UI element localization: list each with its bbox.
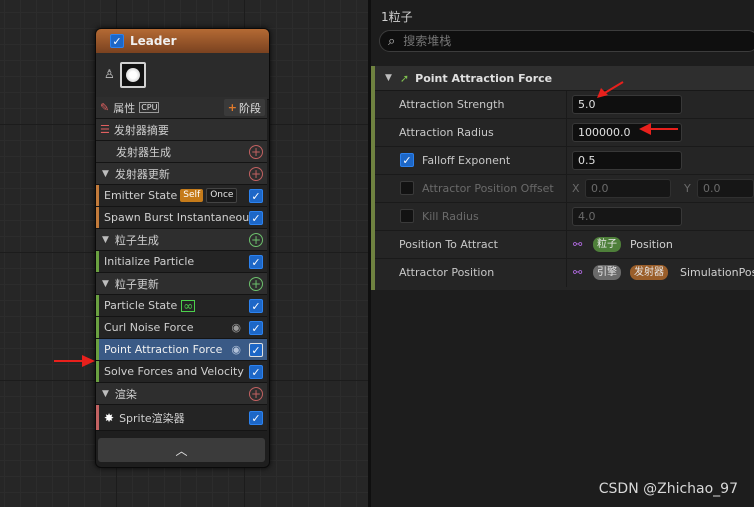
prop-attractor-position-offset: Attractor Position Offset X 0.0 Y 0.0 [375,175,754,203]
module-details: ▼ ➚ Point Attraction Force Attraction St… [371,66,754,290]
module-enable-checkbox[interactable]: ✓ [249,255,263,269]
red-arrow-annotation [597,81,624,98]
emitter-namespace-tag: 发射器 [630,265,668,280]
module-spawn-burst[interactable]: Spawn Burst Instantaneous ✓ [96,207,267,229]
module-header[interactable]: ▼ ➚ Point Attraction Force [375,66,754,91]
once-badge: Once [206,188,238,203]
add-module-icon[interactable]: + [249,233,263,247]
node-title: Leader [130,34,177,48]
node-row-emitter-summary[interactable]: ☰ 发射器摘要 [96,119,267,141]
prop-falloff-exponent: ✓ Falloff Exponent 0.5 [375,147,754,175]
module-enable-checkbox[interactable]: ✓ [249,321,263,335]
prop-attractor-position: Attractor Position ⚯ 引擎 发射器 SimulationPo… [375,259,754,287]
search-stack-box[interactable]: ⌕ [379,30,754,52]
add-module-icon[interactable]: + [249,145,263,159]
offset-y-input[interactable]: 0.0 [697,179,754,198]
collapse-triangle-icon[interactable]: ▼ [102,389,109,399]
add-stage-button[interactable]: + 阶段 [223,99,265,116]
emitter-node[interactable]: ✓ Leader ♙ ✎ 属性 CPU + 阶段 ☰ 发射器摘要 发射器生成 + [95,28,270,468]
collapse-triangle-icon[interactable]: ▼ [102,279,109,289]
module-point-attraction-force[interactable]: Point Attraction Force ◉ ✓ [96,339,267,361]
infinity-icon: ∞ [181,298,196,313]
chevron-up-icon: ︿ [175,443,188,458]
emitter-enable-checkbox[interactable]: ✓ [110,34,124,48]
module-title: Point Attraction Force [415,71,553,85]
module-enable-checkbox[interactable]: ✓ [249,343,263,357]
engine-namespace-tag: 引擎 [593,265,621,280]
module-enable-checkbox[interactable]: ✓ [249,411,263,425]
prop-attraction-strength: Attraction Strength 5.0 [375,91,754,119]
attractor-position-offset-checkbox[interactable] [400,181,414,195]
collapse-node-button[interactable]: ︿ [98,438,265,462]
module-emitter-state[interactable]: Emitter State Self Once ✓ [96,185,267,207]
prop-position-to-attract: Position To Attract ⚯ 粒子 Position [375,231,754,259]
collapse-triangle-icon[interactable]: ▼ [102,235,109,245]
search-icon: ⌕ [388,33,396,49]
add-module-icon[interactable]: + [249,277,263,291]
panel-title: 1粒子 [381,10,413,24]
prop-kill-radius: Kill Radius 4.0 [375,203,754,231]
module-enable-checkbox[interactable]: ✓ [249,211,263,225]
node-row-emitter-spawn[interactable]: 发射器生成 + [96,141,267,163]
module-enable-checkbox[interactable]: ✓ [249,189,263,203]
plus-icon: + [227,101,237,114]
person-icon: ♙ [104,67,115,81]
module-solve-forces[interactable]: Solve Forces and Velocity ✓ [96,361,267,383]
red-arrow-annotation [639,123,678,135]
node-row-properties[interactable]: ✎ 属性 CPU + 阶段 [96,97,267,119]
red-arrow-annotation [54,355,95,367]
node-row-particle-update[interactable]: ▼ 粒子更新 + [96,273,267,295]
node-row-emitter-update[interactable]: ▼ 发射器更新 + [96,163,267,185]
cpu-badge: CPU [139,102,160,113]
arrow-up-right-icon: ➚ [399,71,410,85]
module-sprite-renderer[interactable]: ✸ Sprite渲染器 ✓ [96,405,267,431]
prop-attraction-radius: Attraction Radius 100000.0 [375,119,754,147]
pencil-icon: ✎ [100,101,110,114]
attraction-strength-input[interactable]: 5.0 [572,95,682,114]
watermark: CSDN @Zhichao_97 [598,481,738,497]
sprite-icon: ✸ [104,410,115,425]
eye-icon[interactable]: ◉ [231,343,241,356]
node-graph-canvas[interactable]: ✓ Leader ♙ ✎ 属性 CPU + 阶段 ☰ 发射器摘要 发射器生成 + [0,0,368,507]
offset-x-input[interactable]: 0.0 [585,179,671,198]
attractor-position-value[interactable]: SimulationPosit [680,266,754,279]
collapse-triangle-icon[interactable]: ▼ [385,73,392,83]
node-thumbnail-row: ♙ [96,53,269,100]
add-module-icon[interactable]: + [249,167,263,181]
node-row-particle-spawn[interactable]: ▼ 粒子生成 + [96,229,267,251]
module-initialize-particle[interactable]: Initialize Particle ✓ [96,251,267,273]
list-icon: ☰ [100,123,110,136]
search-input[interactable] [401,33,706,49]
node-header[interactable]: ✓ Leader [96,29,269,53]
module-enable-checkbox[interactable]: ✓ [249,299,263,313]
module-enable-checkbox[interactable]: ✓ [249,365,263,379]
node-row-render[interactable]: ▼ 渲染 + [96,383,267,405]
kill-radius-checkbox[interactable] [400,209,414,223]
module-curl-noise-force[interactable]: Curl Noise Force ◉ ✓ [96,317,267,339]
link-icon[interactable]: ⚯ [573,266,582,279]
selection-panel: 1粒子 ⌕ ▼ ➚ Point Attraction Force Attract… [371,0,754,507]
kill-radius-input[interactable]: 4.0 [572,207,682,226]
module-particle-state[interactable]: Particle State ∞ ✓ [96,295,267,317]
falloff-exponent-input[interactable]: 0.5 [572,151,682,170]
self-badge: Self [180,189,204,202]
link-icon[interactable]: ⚯ [573,238,582,251]
position-to-attract-value[interactable]: Position [630,238,673,251]
add-module-icon[interactable]: + [249,387,263,401]
particle-thumbnail[interactable] [120,62,146,88]
eye-icon[interactable]: ◉ [231,321,241,334]
particle-namespace-tag: 粒子 [593,237,621,252]
collapse-triangle-icon[interactable]: ▼ [102,169,109,179]
falloff-exponent-checkbox[interactable]: ✓ [400,153,414,167]
